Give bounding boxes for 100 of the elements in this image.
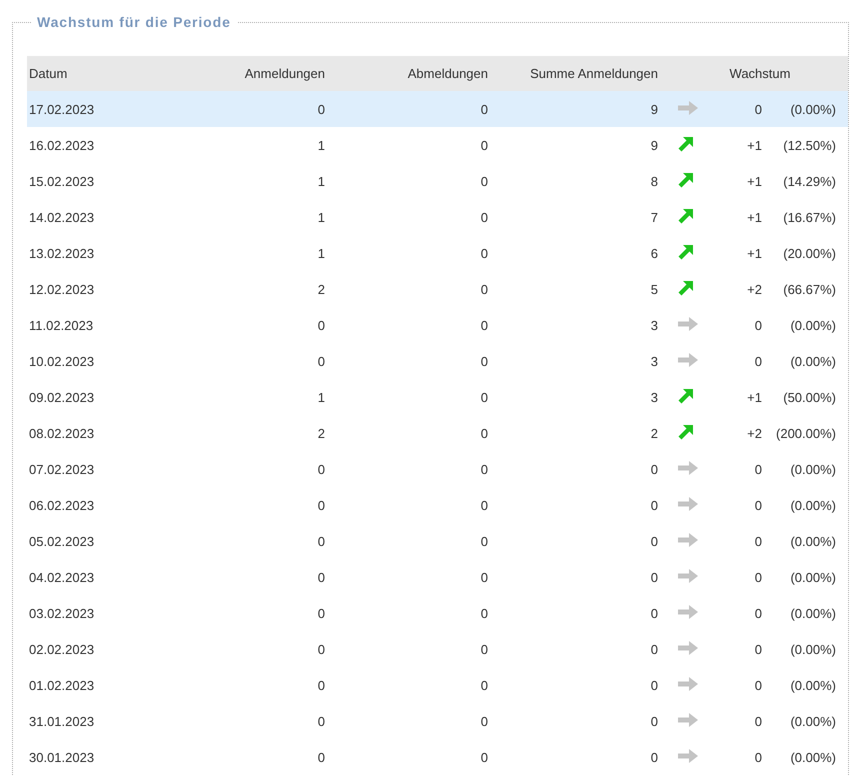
up-arrow-icon [678,280,694,296]
growth-value: 0 [754,606,762,620]
signups-value: 1 [318,246,325,260]
signups-value: 1 [318,174,325,188]
right-arrow-icon [678,676,698,690]
up-arrow-icon [678,208,694,224]
column-header: Summe Anmeldungen [530,66,658,81]
total-value: 2 [650,426,658,440]
right-arrow-icon [678,316,698,330]
right-arrow-icon [678,352,698,366]
signoffs-value: 0 [480,606,488,620]
date-text: 17.02.2023 [29,102,94,116]
right-arrow-icon [678,532,698,546]
total-value: 0 [650,462,658,476]
total-value: 0 [650,642,658,656]
total-value: 0 [650,678,658,692]
growth-value: +2 [747,426,762,440]
total-value: 0 [650,714,658,728]
growth-value: 0 [754,498,762,512]
column-header: Anmeldungen [244,66,325,81]
date-text: 09.02.2023 [29,390,94,404]
up-arrow-icon [678,424,694,440]
signoffs-value: 0 [480,462,488,476]
signups-value: 0 [318,318,325,332]
growth-value: +1 [747,210,762,224]
signoffs-value: 0 [480,138,488,152]
total-value: 0 [650,570,658,584]
signups-value: 0 [318,534,325,548]
total-value: 3 [650,354,658,368]
date-text: 05.02.2023 [29,534,94,548]
signoffs-value: 0 [480,354,488,368]
signoffs-value: 0 [480,642,488,656]
signoffs-value: 0 [480,210,488,224]
growth-percent: (16.67%) [783,210,836,224]
right-arrow-icon [678,604,698,618]
total-value: 3 [650,390,658,404]
signoffs-value: 0 [480,390,488,404]
signups-value: 0 [318,714,325,728]
date-text: 10.02.2023 [29,354,94,368]
growth-value: 0 [754,714,762,728]
signups-value: 0 [318,750,325,764]
total-value: 7 [650,210,658,224]
column-header: Wachstum [730,66,790,81]
growth-percent: (0.00%) [790,570,836,584]
date-text: 04.02.2023 [29,570,94,584]
up-arrow-icon [678,136,694,152]
signoffs-value: 0 [480,714,488,728]
growth-value: +1 [747,390,762,404]
total-value: 0 [650,498,658,512]
right-arrow-icon [678,100,698,114]
growth-percent: (0.00%) [790,534,836,548]
growth-value: 0 [754,750,762,764]
growth-percent: (0.00%) [790,606,836,620]
growth-percent: (50.00%) [783,390,836,404]
panel-title: Wachstum für die Periode [36,14,232,30]
date-text: 01.02.2023 [29,678,94,692]
total-value: 0 [650,606,658,620]
growth-value: +1 [747,174,762,188]
right-arrow-icon [678,748,698,762]
signups-value: 0 [318,462,325,476]
right-arrow-icon [678,640,698,654]
growth-value: 0 [754,642,762,656]
date-text: 02.02.2023 [29,642,94,656]
date-text: 12.02.2023 [29,282,94,296]
growth-percent: (12.50%) [783,138,836,152]
signoffs-value: 0 [480,534,488,548]
growth-percent: (200.00%) [776,426,836,440]
growth-value: 0 [754,570,762,584]
growth-percent: (0.00%) [790,678,836,692]
column-header: Abmeldungen [408,66,488,81]
signups-value: 0 [318,354,325,368]
right-arrow-icon [678,712,698,726]
date-text: 11.02.2023 [29,318,94,332]
signoffs-value: 0 [480,282,488,296]
growth-percent: (66.67%) [783,282,836,296]
signups-value: 1 [318,210,325,224]
growth-value: +1 [747,246,762,260]
date-text: 16.02.2023 [29,138,94,152]
column-header: Datum [29,66,68,81]
up-arrow-icon [678,172,694,188]
signoffs-value: 0 [480,498,488,512]
date-text: 15.02.2023 [29,174,94,188]
total-value: 6 [650,246,658,260]
growth-value: 0 [754,678,762,692]
growth-percent: (0.00%) [790,498,836,512]
date-text: 31.01.2023 [29,714,94,728]
signoffs-value: 0 [480,246,488,260]
total-value: 8 [650,174,658,188]
signoffs-value: 0 [480,678,488,692]
signoffs-value: 0 [480,102,488,116]
date-text: 08.02.2023 [29,426,94,440]
right-arrow-icon [678,568,698,582]
growth-percent: (0.00%) [790,462,836,476]
signoffs-value: 0 [480,174,488,188]
total-value: 0 [650,534,658,548]
signups-value: 1 [318,138,325,152]
signups-value: 0 [318,498,325,512]
growth-value: 0 [754,102,762,116]
date-text: 07.02.2023 [29,462,94,476]
growth-value: 0 [754,318,762,332]
